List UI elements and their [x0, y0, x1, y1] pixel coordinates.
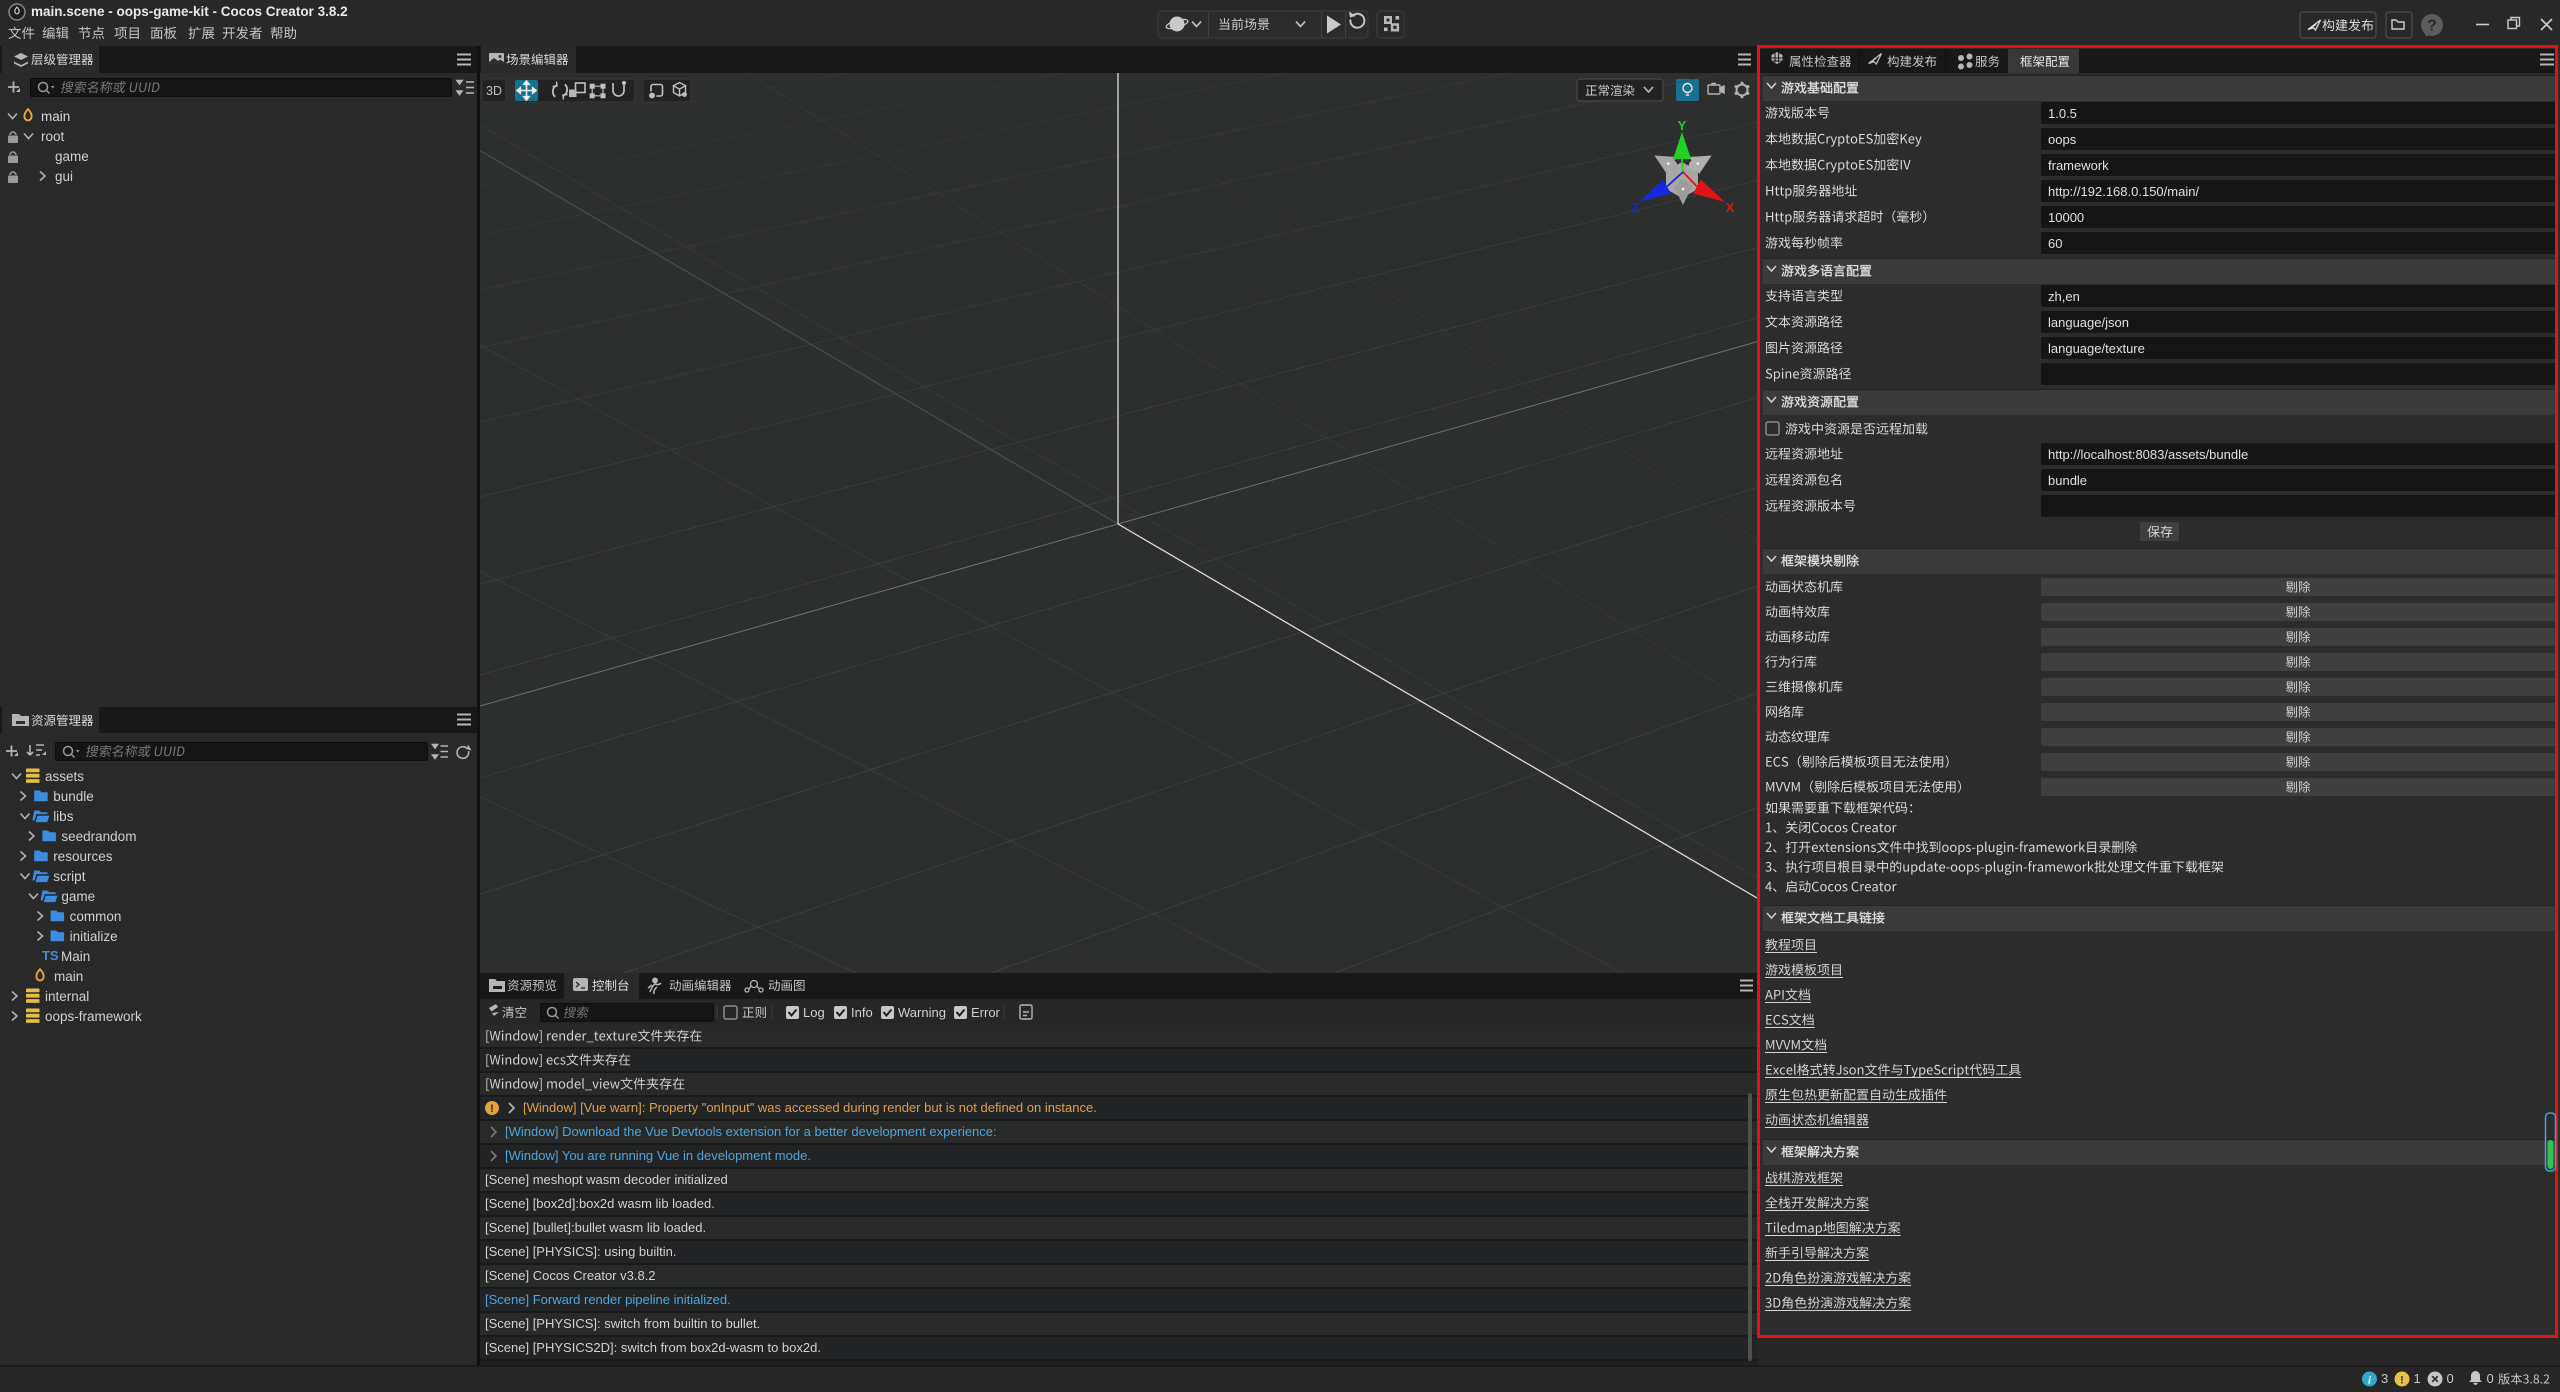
- svg-text:Z: Z: [1631, 200, 1639, 215]
- svg-text:?: ?: [2427, 18, 2436, 35]
- svg-text:!: !: [490, 1103, 494, 1115]
- svg-text:Y: Y: [1678, 118, 1687, 133]
- svg-text:3D: 3D: [486, 84, 502, 98]
- svg-text:X: X: [1726, 200, 1735, 215]
- svg-text:!: !: [2400, 1375, 2404, 1387]
